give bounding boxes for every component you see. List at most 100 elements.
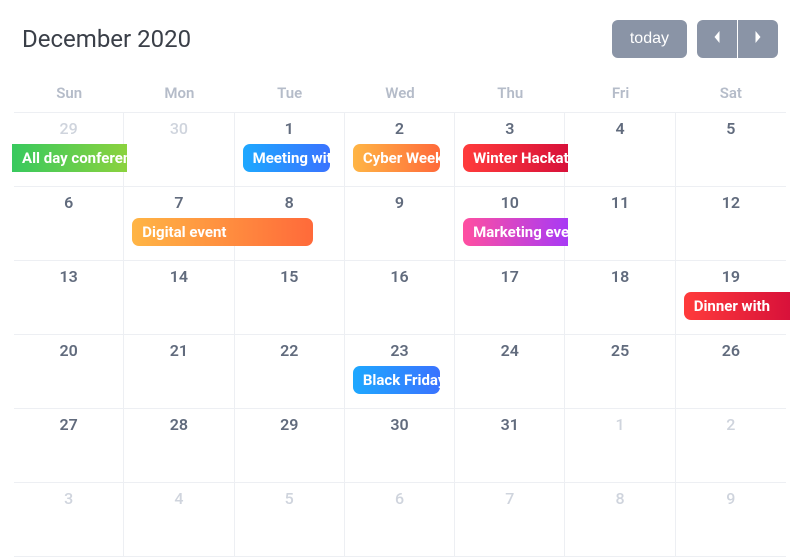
day-cell[interactable]: 18	[565, 261, 675, 335]
calendar-event[interactable]: Dinner with	[684, 292, 790, 320]
day-cell[interactable]: 12	[676, 187, 786, 261]
day-cell[interactable]: 1	[565, 409, 675, 483]
day-cell[interactable]: 17	[455, 261, 565, 335]
next-button[interactable]	[738, 20, 778, 58]
day-number: 25	[573, 341, 666, 360]
day-cell[interactable]: 4	[565, 113, 675, 187]
day-cell[interactable]: 30	[345, 409, 455, 483]
day-events	[243, 292, 336, 322]
day-events	[573, 292, 666, 322]
day-events	[684, 366, 778, 396]
day-events: All day conference	[22, 144, 115, 174]
day-cell[interactable]: 2	[676, 409, 786, 483]
day-cell[interactable]: 5	[676, 113, 786, 187]
dow-label: Wed	[345, 76, 455, 113]
day-cell[interactable]: 3	[14, 483, 124, 557]
day-cell[interactable]: 27	[14, 409, 124, 483]
day-events: Black Friday	[353, 366, 446, 396]
day-cell[interactable]: 23Black Friday	[345, 335, 455, 409]
day-number: 6	[22, 193, 115, 212]
day-cell[interactable]: 16	[345, 261, 455, 335]
day-number: 11	[573, 193, 666, 212]
day-cell[interactable]: 29	[235, 409, 345, 483]
day-cell[interactable]: 24	[455, 335, 565, 409]
day-events: Digital event	[132, 218, 225, 248]
day-events	[463, 366, 556, 396]
day-number: 16	[353, 267, 446, 286]
day-number: 1	[243, 119, 336, 138]
day-events	[463, 514, 556, 544]
day-number: 26	[684, 341, 778, 360]
day-number: 3	[463, 119, 556, 138]
calendar-event[interactable]: Black Friday	[353, 366, 440, 394]
calendar-grid[interactable]: 29All day conference301Meeting with2Cybe…	[14, 113, 786, 557]
day-number: 10	[463, 193, 556, 212]
calendar-event[interactable]: Cyber Week	[353, 144, 440, 172]
day-cell[interactable]: 7	[455, 483, 565, 557]
day-events	[132, 440, 225, 470]
day-number: 2	[684, 415, 778, 434]
day-cell[interactable]: 6	[14, 187, 124, 261]
day-cell[interactable]: 14	[124, 261, 234, 335]
day-events	[684, 144, 778, 174]
day-number: 30	[132, 119, 225, 138]
day-number: 6	[353, 489, 446, 508]
day-cell[interactable]: 13	[14, 261, 124, 335]
day-cell[interactable]: 10 Marketing event	[455, 187, 565, 261]
day-cell[interactable]: 9	[345, 187, 455, 261]
day-number: 29	[22, 119, 115, 138]
calendar: December 2020 today SunMonTueWedThuFriSa…	[14, 10, 786, 557]
day-events	[243, 514, 336, 544]
day-cell[interactable]: 21	[124, 335, 234, 409]
prev-button[interactable]	[697, 20, 737, 58]
day-events	[463, 440, 556, 470]
day-number: 15	[243, 267, 336, 286]
day-number: 4	[132, 489, 225, 508]
day-cell[interactable]: 28	[124, 409, 234, 483]
day-cell[interactable]: 1 Meeting with	[235, 113, 345, 187]
day-events	[132, 366, 225, 396]
day-events	[243, 440, 336, 470]
calendar-header: December 2020 today	[14, 10, 786, 76]
day-cell[interactable]: 29 All day conference	[14, 113, 124, 187]
day-number: 22	[243, 341, 336, 360]
chevron-right-icon	[753, 30, 763, 49]
day-cell[interactable]: 2Cyber Week	[345, 113, 455, 187]
day-events	[22, 292, 115, 322]
day-cell[interactable]: 30	[124, 113, 234, 187]
calendar-event[interactable]: Winter Hackathon	[463, 144, 568, 172]
day-cell[interactable]: 11	[565, 187, 675, 261]
day-number: 5	[243, 489, 336, 508]
day-cell[interactable]: 9	[676, 483, 786, 557]
dow-label: Fri	[565, 76, 675, 113]
day-events: Marketing event	[463, 218, 556, 248]
today-button[interactable]: today	[612, 20, 687, 58]
day-events	[684, 440, 778, 470]
day-cell[interactable]: 4	[124, 483, 234, 557]
day-cell[interactable]: 15	[235, 261, 345, 335]
day-cell[interactable]: 31	[455, 409, 565, 483]
day-events	[353, 440, 446, 470]
day-number: 7	[132, 193, 225, 212]
calendar-title: December 2020	[22, 25, 191, 53]
day-number: 3	[22, 489, 115, 508]
day-number: 19	[684, 267, 778, 286]
day-cell[interactable]: 22	[235, 335, 345, 409]
day-cell[interactable]: 25	[565, 335, 675, 409]
calendar-event[interactable]: Digital event	[132, 218, 313, 246]
calendar-event[interactable]: Marketing event	[463, 218, 568, 246]
calendar-event[interactable]: All day conference	[12, 144, 127, 172]
day-cell[interactable]: 6	[345, 483, 455, 557]
day-cell[interactable]: 20	[14, 335, 124, 409]
day-cell[interactable]: 5	[235, 483, 345, 557]
day-cell[interactable]: 8	[565, 483, 675, 557]
day-cell[interactable]: 19Dinner with	[676, 261, 786, 335]
day-number: 18	[573, 267, 666, 286]
day-cell[interactable]: 7 Digital event	[124, 187, 234, 261]
day-cell[interactable]: 3 Winter Hackathon	[455, 113, 565, 187]
dow-label: Tue	[235, 76, 345, 113]
day-cell[interactable]: 26	[676, 335, 786, 409]
day-number: 20	[22, 341, 115, 360]
day-events	[573, 144, 666, 174]
calendar-event[interactable]: Meeting with	[243, 144, 330, 172]
